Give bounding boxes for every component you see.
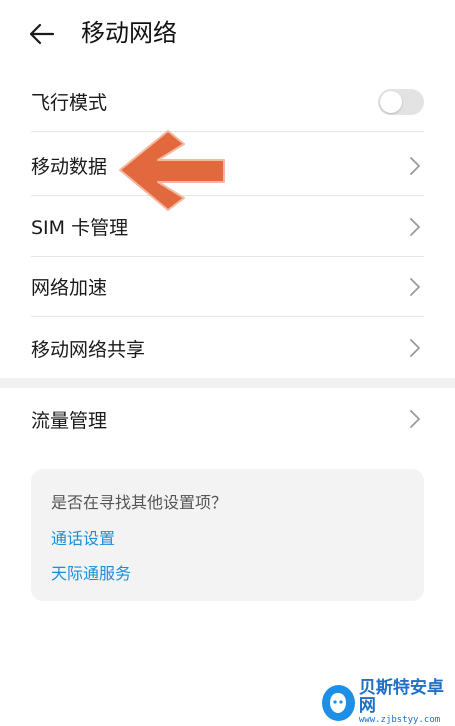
watermark-logo-icon [322, 685, 355, 721]
header-bar: 移动网络 [0, 0, 455, 68]
watermark-url: www.zjbstyy.com [358, 715, 441, 726]
sim-management-label: SIM 卡管理 [31, 217, 129, 239]
chevron-right-icon [408, 338, 422, 358]
section-divider [0, 378, 455, 388]
data-usage-label: 流量管理 [31, 409, 108, 432]
suggestion-question: 是否在寻找其他设置项？ [51, 493, 228, 512]
network-acceleration-row[interactable]: 网络加速 [31, 257, 424, 317]
airplane-mode-toggle[interactable] [378, 88, 424, 115]
call-settings-link[interactable]: 通话设置 [51, 525, 115, 549]
back-button[interactable] [22, 14, 62, 54]
mobile-data-label: 移动数据 [31, 156, 108, 178]
chevron-right-icon [408, 156, 422, 176]
page-title: 移动网络 [81, 19, 177, 47]
site-watermark: 贝斯特安卓网 www.zjbstyy.com [322, 680, 452, 725]
hotspot-row[interactable]: 移动网络共享 [31, 318, 424, 378]
skytone-service-link[interactable]: 天际通服务 [51, 560, 131, 584]
chevron-right-icon [408, 277, 422, 297]
chevron-right-icon [408, 409, 422, 429]
network-acceleration-label: 网络加速 [31, 277, 108, 299]
toggle-knob [380, 90, 402, 113]
data-usage-row[interactable]: 流量管理 [31, 389, 424, 449]
hotspot-label: 移动网络共享 [31, 338, 146, 361]
chevron-right-icon [408, 217, 422, 237]
left-arrow-annotation-icon [119, 130, 225, 211]
back-arrow-icon [29, 23, 55, 45]
airplane-mode-label: 飞行模式 [31, 92, 108, 114]
airplane-mode-row[interactable]: 飞行模式 [31, 72, 424, 132]
watermark-name: 贝斯特安卓网 [358, 678, 444, 717]
suggestion-card: 是否在寻找其他设置项？ 通话设置 天际通服务 [31, 469, 424, 601]
watermark-text: 贝斯特安卓网 www.zjbstyy.com [359, 680, 452, 725]
